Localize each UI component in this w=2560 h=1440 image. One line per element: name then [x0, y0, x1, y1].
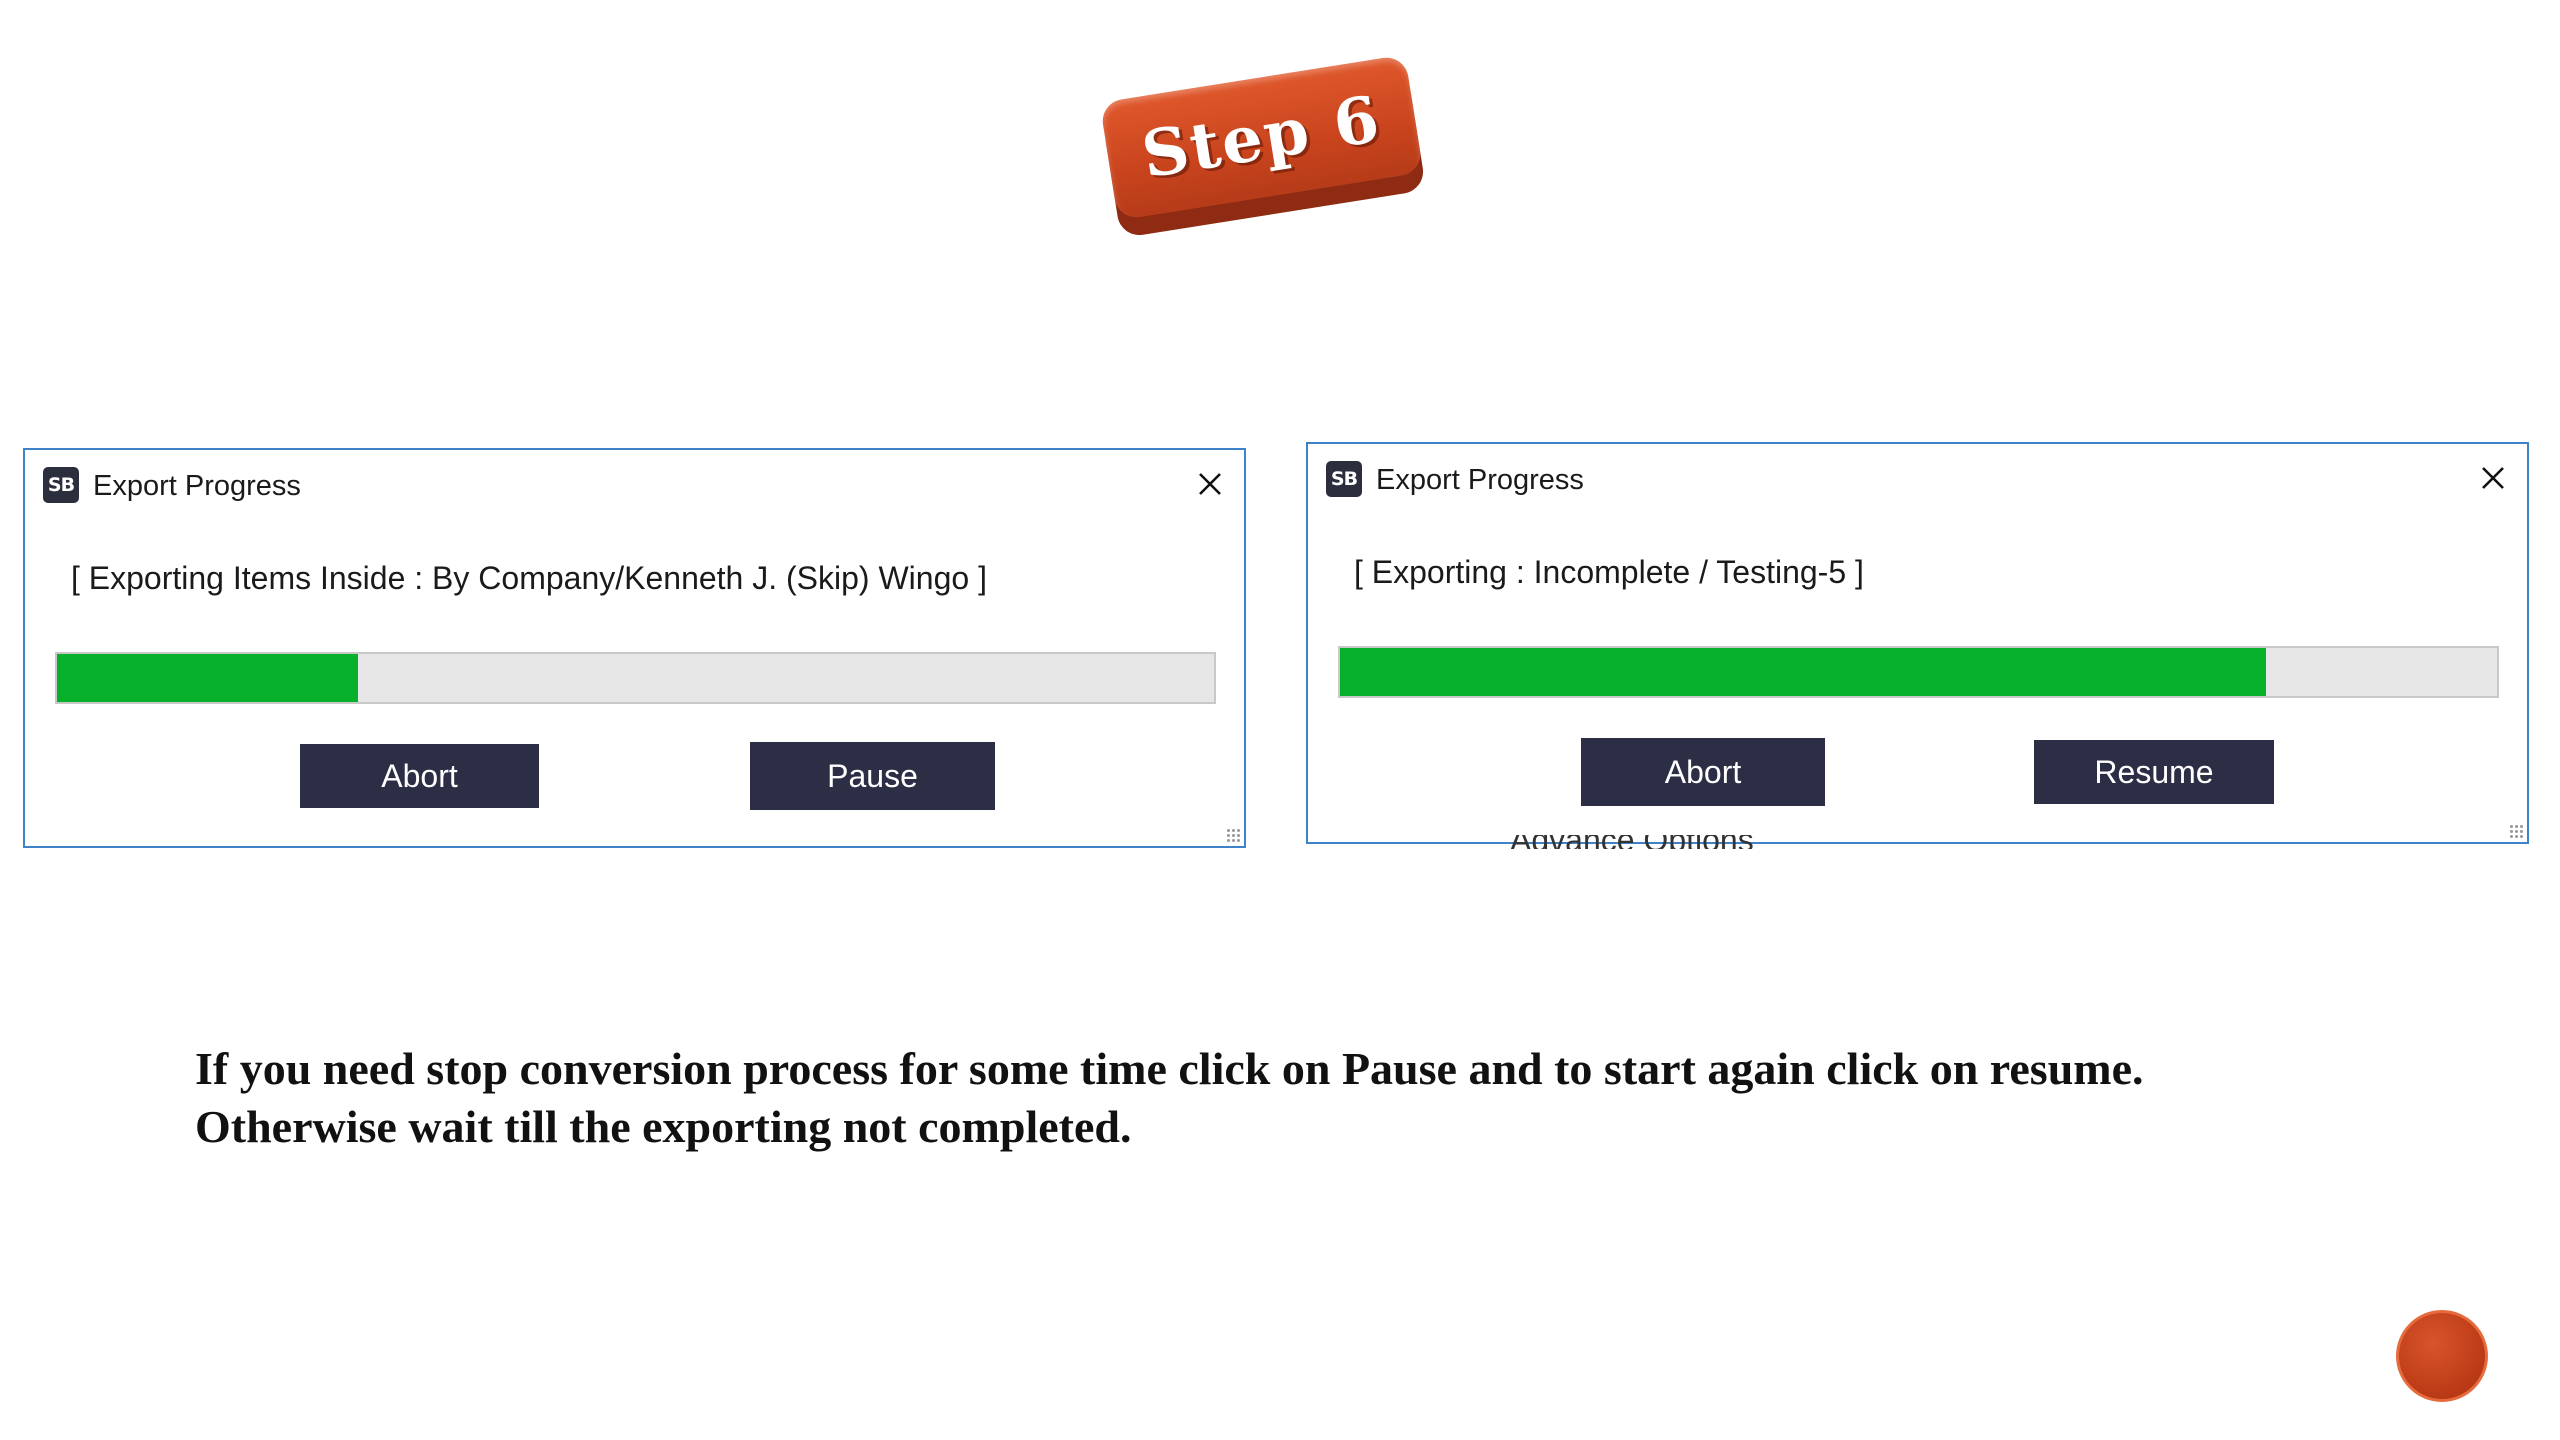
- underlying-window-text: Advance Options: [1510, 835, 1790, 849]
- export-status-text: [ Exporting : Incomplete / Testing-5 ]: [1354, 554, 1864, 590]
- window-title: Export Progress: [1376, 464, 1584, 496]
- abort-button[interactable]: Abort: [1581, 738, 1825, 806]
- window-title: Export Progress: [93, 470, 301, 502]
- app-logo-icon: SB: [43, 467, 79, 503]
- pause-button[interactable]: Pause: [750, 742, 995, 810]
- resize-grip[interactable]: [1226, 828, 1240, 842]
- app-logo-icon: SB: [1326, 461, 1362, 497]
- instruction-line-2: Otherwise wait till the exporting not co…: [195, 1101, 1132, 1152]
- resume-button[interactable]: Resume: [2034, 740, 2274, 804]
- close-button[interactable]: [1190, 464, 1230, 504]
- close-icon: [1199, 473, 1221, 495]
- slide-nav-button[interactable]: [2396, 1310, 2488, 1402]
- step-badge: Step 6: [1099, 54, 1427, 239]
- instruction-text: If you need stop conversion process for …: [195, 1040, 2445, 1156]
- instruction-line-1: If you need stop conversion process for …: [195, 1043, 2144, 1094]
- title-bar: SB Export Progress: [1308, 444, 2527, 500]
- progress-bar-fill: [1340, 648, 2266, 696]
- progress-bar: [1338, 646, 2499, 698]
- resize-grip[interactable]: [2509, 824, 2523, 838]
- step-badge-label: Step 6: [1137, 81, 1386, 194]
- advance-options-label: Advance Options: [1510, 835, 1790, 849]
- abort-button[interactable]: Abort: [300, 744, 539, 808]
- progress-bar: [55, 652, 1216, 704]
- export-progress-window-right: SB Export Progress [ Exporting : Incompl…: [1306, 442, 2529, 844]
- export-status-text: [ Exporting Items Inside : By Company/Ke…: [71, 560, 987, 596]
- close-icon: [2482, 467, 2504, 489]
- title-bar: SB Export Progress: [25, 450, 1244, 506]
- close-button[interactable]: [2473, 458, 2513, 498]
- progress-bar-fill: [57, 654, 358, 702]
- export-progress-window-left: SB Export Progress [ Exporting Items Ins…: [23, 448, 1246, 848]
